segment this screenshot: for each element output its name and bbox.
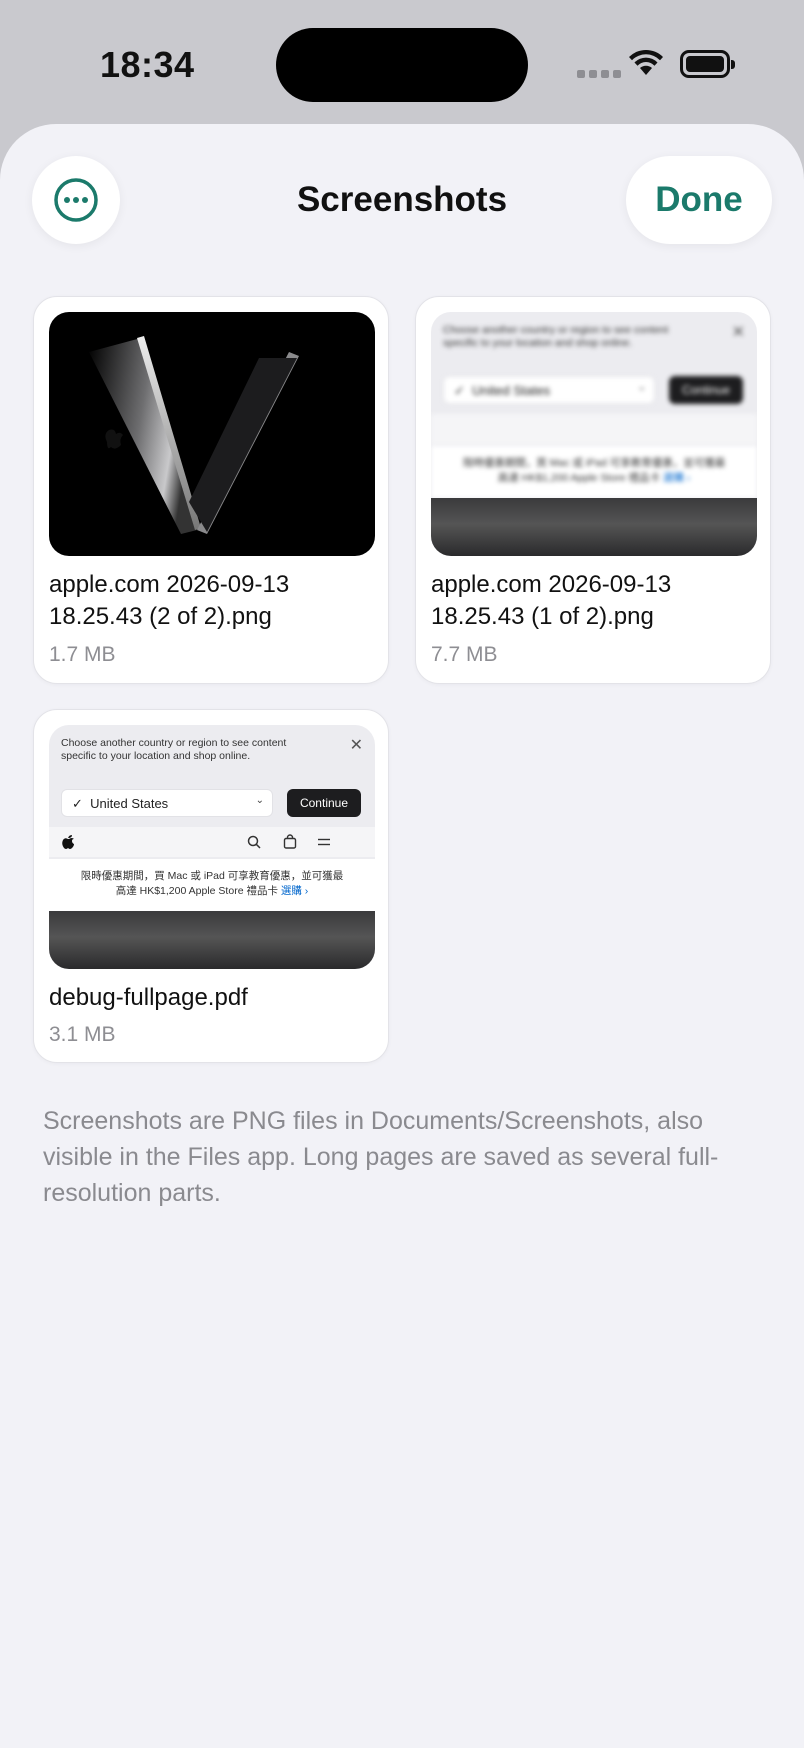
- wifi-icon: [629, 49, 663, 75]
- country-select: ✓ United States ⌄: [61, 789, 273, 817]
- thumbnail-nav: [431, 414, 757, 444]
- thumbnail-nav: [49, 827, 375, 857]
- search-icon: [247, 835, 261, 849]
- file-card[interactable]: apple.com 2026-09-13 18.25.43 (2 of 2).p…: [33, 296, 389, 684]
- close-icon: ✕: [731, 324, 745, 341]
- close-icon: ✕: [349, 737, 363, 754]
- continue-button: Continue: [287, 789, 361, 817]
- file-size: 7.7 MB: [431, 643, 498, 666]
- bag-icon: [283, 834, 297, 849]
- country-select: ✓ United States ⌄: [443, 376, 655, 404]
- file-card[interactable]: Choose another country or region to see …: [33, 709, 389, 1063]
- battery-icon: [680, 50, 735, 78]
- cellular-signal-icon: [577, 70, 621, 78]
- file-card[interactable]: Choose another country or region to see …: [415, 296, 771, 684]
- file-name: apple.com 2026-09-13 18.25.43 (2 of 2).p…: [49, 571, 290, 630]
- file-size: 1.7 MB: [49, 643, 116, 666]
- file-name: debug-fullpage.pdf: [49, 984, 248, 1011]
- file-thumbnail-webpage: Choose another country or region to see …: [431, 312, 757, 556]
- apple-logo-icon: [62, 835, 74, 849]
- continue-button: Continue: [669, 376, 743, 404]
- done-button[interactable]: Done: [626, 156, 772, 244]
- footer-note: Screenshots are PNG files in Documents/S…: [43, 1107, 719, 1207]
- file-thumbnail-webpage: Choose another country or region to see …: [49, 725, 375, 969]
- thumbnail-promo: 限時優惠期間，買 Mac 或 iPad 可享教育優惠，並可獲最 高達 HK$1,…: [49, 859, 375, 911]
- dynamic-island: [276, 28, 528, 102]
- file-thumbnail-laptop: [49, 312, 375, 556]
- status-time: 18:34: [100, 44, 195, 85]
- thumbnail-message: Choose another country or region to see …: [443, 324, 669, 349]
- file-name: apple.com 2026-09-13 18.25.43 (1 of 2).p…: [431, 571, 672, 630]
- status-bar: 18:34: [0, 0, 804, 125]
- thumbnail-message: Choose another country or region to see …: [61, 737, 287, 762]
- thumbnail-promo: 限時優惠期間，買 Mac 或 iPad 可享教育優惠，並可獲最 高達 HK$1,…: [431, 446, 757, 498]
- menu-icon: [318, 838, 330, 846]
- file-size: 3.1 MB: [49, 1023, 116, 1046]
- screenshots-sheet: Screenshots Done apple.com 2026-09-13 18…: [0, 124, 804, 1748]
